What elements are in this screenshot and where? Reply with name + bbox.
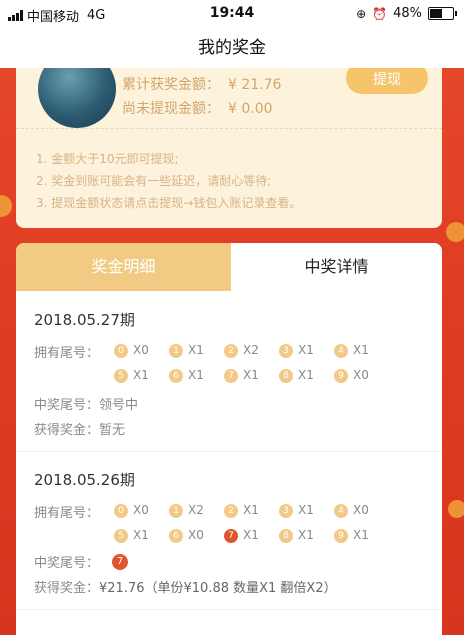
tail-multiplier: X1 [298, 343, 314, 357]
tail-multiplier: X1 [298, 503, 314, 517]
pending-bonus-value: ¥ 0.00 [228, 101, 273, 117]
winning-tail-label: 中奖尾号： [34, 398, 100, 413]
tail-number-ball: 0 [114, 344, 128, 358]
orientation-lock-icon: ⊕ [356, 6, 367, 21]
tail-number-ball: 9 [334, 369, 348, 383]
tail-number-ball: 9 [334, 529, 348, 543]
battery-icon [428, 7, 457, 20]
coin-decoration [446, 222, 464, 242]
note-item: 3. 提现金额状态请点击提现→钱包入账记录查看。 [36, 196, 302, 210]
note-item: 2. 奖金到账可能会有一些延迟，请耐心等待; [36, 174, 272, 188]
tail-multiplier: X1 [353, 528, 369, 542]
prize-value: ¥21.76（单份¥10.88 数量X1 翻倍X2） [99, 581, 337, 596]
tail-number-ball: 7 [224, 529, 238, 543]
status-right: ⊕ ⏰ 48% [356, 6, 457, 21]
tail-multiplier: X0 [353, 368, 369, 382]
tail-multiplier: X1 [133, 528, 149, 542]
winning-tail-ball: 7 [112, 554, 128, 570]
prize-row: 获得奖金：¥21.76（单份¥10.88 数量X1 翻倍X2） [34, 577, 337, 596]
tail-number-ball: 1 [169, 504, 183, 518]
bonus-summary-card: 累计获奖金额： ¥ 21.76 尚未提现金额： ¥ 0.00 提现 1. 金额大于1… [16, 68, 442, 228]
tail-multiplier: X1 [243, 503, 259, 517]
record-divider [16, 451, 442, 452]
tail-number-ball: 4 [334, 504, 348, 518]
tail-number-ball: 1 [169, 344, 183, 358]
owned-tails-label: 拥有尾号： [34, 506, 100, 521]
pending-bonus-label: 尚未提现金额： [122, 101, 220, 117]
total-bonus-row: 累计获奖金额： ¥ 21.76 [122, 74, 281, 94]
tail-multiplier: X0 [133, 343, 149, 357]
period-title: 2018.05.26期 [34, 471, 135, 489]
prize-label: 获得奖金： [34, 581, 100, 596]
prize-row: 获得奖金：暂无 [34, 419, 125, 438]
pending-bonus-row: 尚未提现金额： ¥ 0.00 [122, 98, 273, 118]
battery-percent: 48% [393, 6, 422, 21]
avatar [38, 68, 116, 128]
tab-bonus-detail[interactable]: 奖金明细 [16, 243, 231, 291]
winning-tail-row: 中奖尾号： [34, 552, 99, 571]
tail-multiplier: X1 [133, 368, 149, 382]
prize-label: 获得奖金： [34, 423, 100, 438]
tail-multiplier: X1 [243, 528, 259, 542]
tail-multiplier: X1 [188, 368, 204, 382]
nav-bar: 我的奖金 [0, 28, 464, 68]
winning-tail-value: 领号中 [99, 398, 139, 413]
tail-number-ball: 7 [224, 369, 238, 383]
tail-number-ball: 6 [169, 529, 183, 543]
alarm-icon: ⏰ [372, 6, 388, 21]
withdraw-button[interactable]: 提现 [346, 68, 428, 94]
winning-tail-row: 中奖尾号：领号中 [34, 394, 138, 413]
note-item: 1. 金额大于10元即可提现; [36, 152, 179, 166]
coin-decoration [448, 500, 464, 518]
tab-win-detail[interactable]: 中奖详情 [231, 243, 442, 291]
tail-multiplier: X0 [353, 503, 369, 517]
total-bonus-label: 累计获奖金额： [122, 77, 220, 93]
detail-card: 奖金明细 中奖详情 2018.05.27期 拥有尾号： 0 X0 1 X1 2 X2 3 X1… [16, 243, 442, 635]
tail-number-ball: 6 [169, 369, 183, 383]
status-bar: 中国移动 4G 19:44 ⊕ ⏰ 48% [0, 0, 464, 28]
tail-number-ball: 8 [279, 369, 293, 383]
tail-number-ball: 5 [114, 529, 128, 543]
owned-tails-label: 拥有尾号： [34, 346, 100, 361]
tail-number-ball: 3 [279, 504, 293, 518]
tail-multiplier: X0 [188, 528, 204, 542]
tail-number-ball: 2 [224, 344, 238, 358]
summary-divider [16, 128, 442, 129]
period-title: 2018.05.27期 [34, 311, 135, 329]
page-title: 我的奖金 [198, 38, 266, 58]
tail-number-ball: 3 [279, 344, 293, 358]
tail-number-ball: 2 [224, 504, 238, 518]
tail-multiplier: X0 [133, 503, 149, 517]
tail-multiplier: X2 [188, 503, 204, 517]
tail-multiplier: X1 [298, 368, 314, 382]
tail-multiplier: X2 [243, 343, 259, 357]
tail-number-ball: 5 [114, 369, 128, 383]
tail-multiplier: X1 [188, 343, 204, 357]
tail-number-ball: 0 [114, 504, 128, 518]
winning-tail-label: 中奖尾号： [34, 556, 100, 571]
tail-number-ball: 8 [279, 529, 293, 543]
tail-multiplier: X1 [298, 528, 314, 542]
record-divider [16, 609, 442, 610]
tail-multiplier: X1 [353, 343, 369, 357]
tail-multiplier: X1 [243, 368, 259, 382]
total-bonus-value: ¥ 21.76 [228, 77, 282, 93]
prize-value: 暂无 [99, 423, 126, 438]
tail-number-ball: 4 [334, 344, 348, 358]
